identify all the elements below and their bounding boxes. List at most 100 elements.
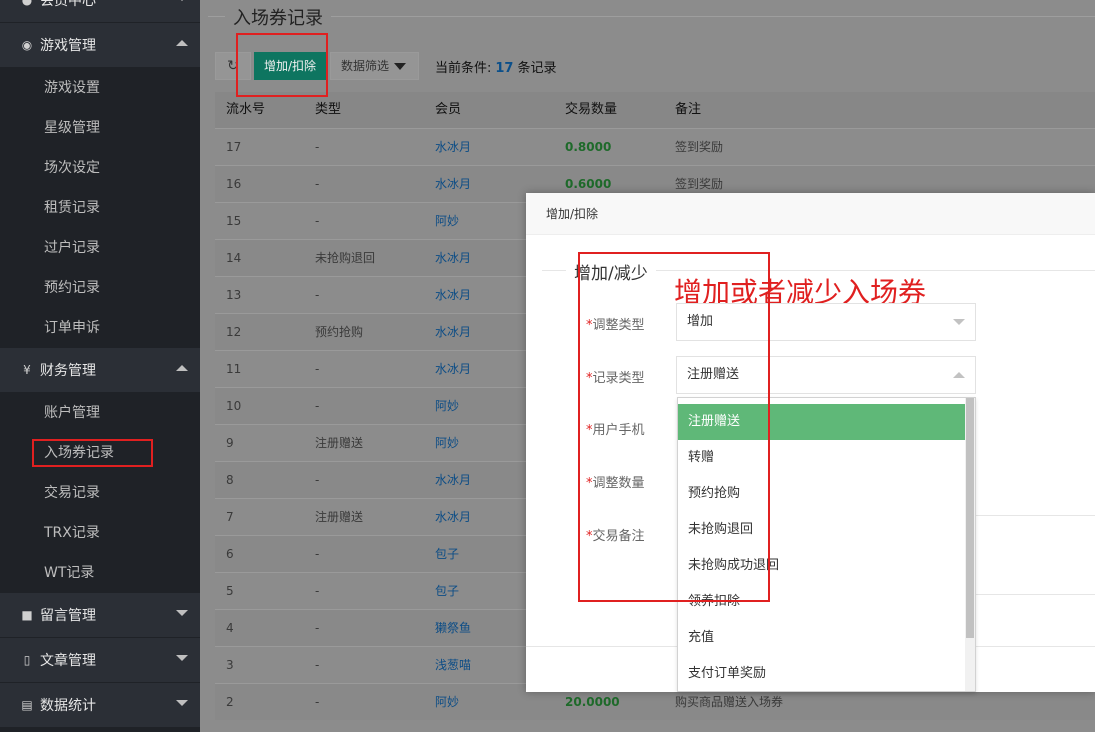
dropdown-option[interactable]: 支付订单奖励 <box>678 656 966 691</box>
sidebar-group-statistics[interactable]: ▤ 数据统计 <box>0 683 200 727</box>
cell-type: - <box>315 214 320 228</box>
cell-member[interactable]: 水冰月 <box>435 499 471 535</box>
comment-icon: ■ <box>21 608 33 622</box>
data-filter-button[interactable]: 数据筛选 <box>330 52 419 80</box>
cell-member[interactable]: 水冰月 <box>435 314 471 350</box>
cell-serial: 10 <box>226 399 242 413</box>
trade-remark-input-edge <box>966 594 1095 595</box>
gamepad-icon: ◉ <box>21 38 33 52</box>
col-header-serial: 流水号 <box>226 102 266 117</box>
file-icon: ▯ <box>23 653 31 667</box>
sidebar-item-transfer-records[interactable]: 过户记录 <box>44 238 100 258</box>
sidebar-group-articles[interactable]: ▯ 文章管理 <box>0 638 200 682</box>
highlight-box-add <box>236 33 328 97</box>
cell-member[interactable]: 水冰月 <box>435 277 471 313</box>
cell-serial: 11 <box>226 362 242 376</box>
sidebar-item-game-settings[interactable]: 游戏设置 <box>44 78 100 98</box>
chevron-down-icon <box>176 700 188 706</box>
cell-serial: 17 <box>226 140 242 154</box>
adjust-amount-input-edge <box>966 515 1095 516</box>
cell-type: - <box>315 177 320 191</box>
cell-remark: 签到奖励 <box>675 140 724 154</box>
highlight-box-form <box>578 252 770 602</box>
table-row: 17 - 水冰月 0.8000 签到奖励 <box>215 128 1095 165</box>
cell-serial: 16 <box>226 177 242 191</box>
cell-type: - <box>315 658 320 672</box>
cell-type: 未抢购退回 <box>315 251 376 265</box>
chevron-down-icon <box>176 0 188 1</box>
cell-type: 预约抢购 <box>315 325 364 339</box>
sidebar-group-label: 会员中心 <box>40 0 96 9</box>
chevron-down-icon <box>953 319 965 325</box>
cell-serial: 2 <box>226 695 234 709</box>
chevron-up-icon <box>176 365 188 371</box>
sidebar-group-finance[interactable]: ¥ 财务管理 <box>0 348 200 392</box>
cell-type: - <box>315 399 320 413</box>
cell-type: - <box>315 695 320 709</box>
col-header-member: 会员 <box>435 102 462 117</box>
cell-type: - <box>315 140 320 154</box>
sidebar-group-member[interactable]: ● 会员中心 <box>0 0 200 22</box>
sidebar-group-label: 留言管理 <box>40 608 96 624</box>
cell-serial: 12 <box>226 325 242 339</box>
sidebar-group-label: 文章管理 <box>40 653 96 669</box>
cell-member[interactable]: 阿妙 <box>435 684 459 720</box>
yen-icon: ¥ <box>23 363 31 377</box>
cell-type: - <box>315 584 320 598</box>
cell-member[interactable]: 浅葱喵 <box>435 647 471 683</box>
bar-chart-icon: ▤ <box>21 698 33 712</box>
sidebar-group-game[interactable]: ◉ 游戏管理 <box>0 23 200 67</box>
cell-member[interactable]: 阿妙 <box>435 425 459 461</box>
dropdown-scrollbar[interactable] <box>965 398 975 691</box>
cell-type: - <box>315 621 320 635</box>
cell-type: - <box>315 473 320 487</box>
chevron-up-icon <box>176 40 188 46</box>
cell-member[interactable]: 阿妙 <box>435 388 459 424</box>
cell-serial: 6 <box>226 547 234 561</box>
cell-member[interactable]: 包子 <box>435 573 459 609</box>
col-header-amount: 交易数量 <box>565 102 618 117</box>
dropdown-option[interactable]: 充值 <box>678 620 966 656</box>
title-divider <box>208 16 1095 17</box>
sidebar-item-trx-records[interactable]: TRX记录 <box>44 523 100 543</box>
sidebar-item-rental-records[interactable]: 租赁记录 <box>44 198 100 218</box>
cell-serial: 7 <box>226 510 234 524</box>
col-header-type: 类型 <box>315 102 342 117</box>
cell-type: - <box>315 362 320 376</box>
cell-serial: 3 <box>226 658 234 672</box>
cell-serial: 4 <box>226 621 234 635</box>
cell-type: - <box>315 547 320 561</box>
col-header-remark: 备注 <box>675 102 702 117</box>
cell-type: 注册赠送 <box>315 510 364 524</box>
chevron-up-icon <box>953 372 965 378</box>
sidebar-item-session-setting[interactable]: 场次设定 <box>44 158 100 178</box>
sidebar-item-trade-records[interactable]: 交易记录 <box>44 483 100 503</box>
cell-member[interactable]: 水冰月 <box>435 166 471 202</box>
sidebar-item-reservation-records[interactable]: 预约记录 <box>44 278 100 298</box>
cell-member[interactable]: 水冰月 <box>435 240 471 276</box>
cell-member[interactable]: 水冰月 <box>435 462 471 498</box>
cell-serial: 9 <box>226 436 234 450</box>
modal-title: 增加/扣除 <box>526 193 1095 235</box>
data-filter-label: 数据筛选 <box>341 59 390 73</box>
sidebar-group-label: 财务管理 <box>40 363 96 379</box>
cell-member[interactable]: 獭祭鱼 <box>435 610 471 646</box>
sidebar-group-messages[interactable]: ■ 留言管理 <box>0 593 200 637</box>
sidebar-item-order-appeal[interactable]: 订单申诉 <box>44 318 100 338</box>
sidebar-group-label: 游戏管理 <box>40 38 96 54</box>
sidebar-item-star-management[interactable]: 星级管理 <box>44 118 100 138</box>
cell-member[interactable]: 阿妙 <box>435 203 459 239</box>
sidebar-item-account-management[interactable]: 账户管理 <box>44 403 100 423</box>
cell-member[interactable]: 水冰月 <box>435 351 471 387</box>
cell-member[interactable]: 水冰月 <box>435 129 471 165</box>
cell-member[interactable]: 包子 <box>435 536 459 572</box>
condition-suffix: 条记录 <box>517 61 557 76</box>
table-header <box>215 92 1095 128</box>
dropdown-scrollbar-thumb[interactable] <box>966 398 974 638</box>
page-title: 入场券记录 <box>225 4 331 30</box>
cell-serial: 13 <box>226 288 242 302</box>
sidebar-group-label: 数据统计 <box>40 698 96 714</box>
sidebar-item-wt-records[interactable]: WT记录 <box>44 563 94 583</box>
chevron-down-icon <box>176 610 188 616</box>
current-condition: 当前条件: 17 条记录 <box>435 57 557 76</box>
